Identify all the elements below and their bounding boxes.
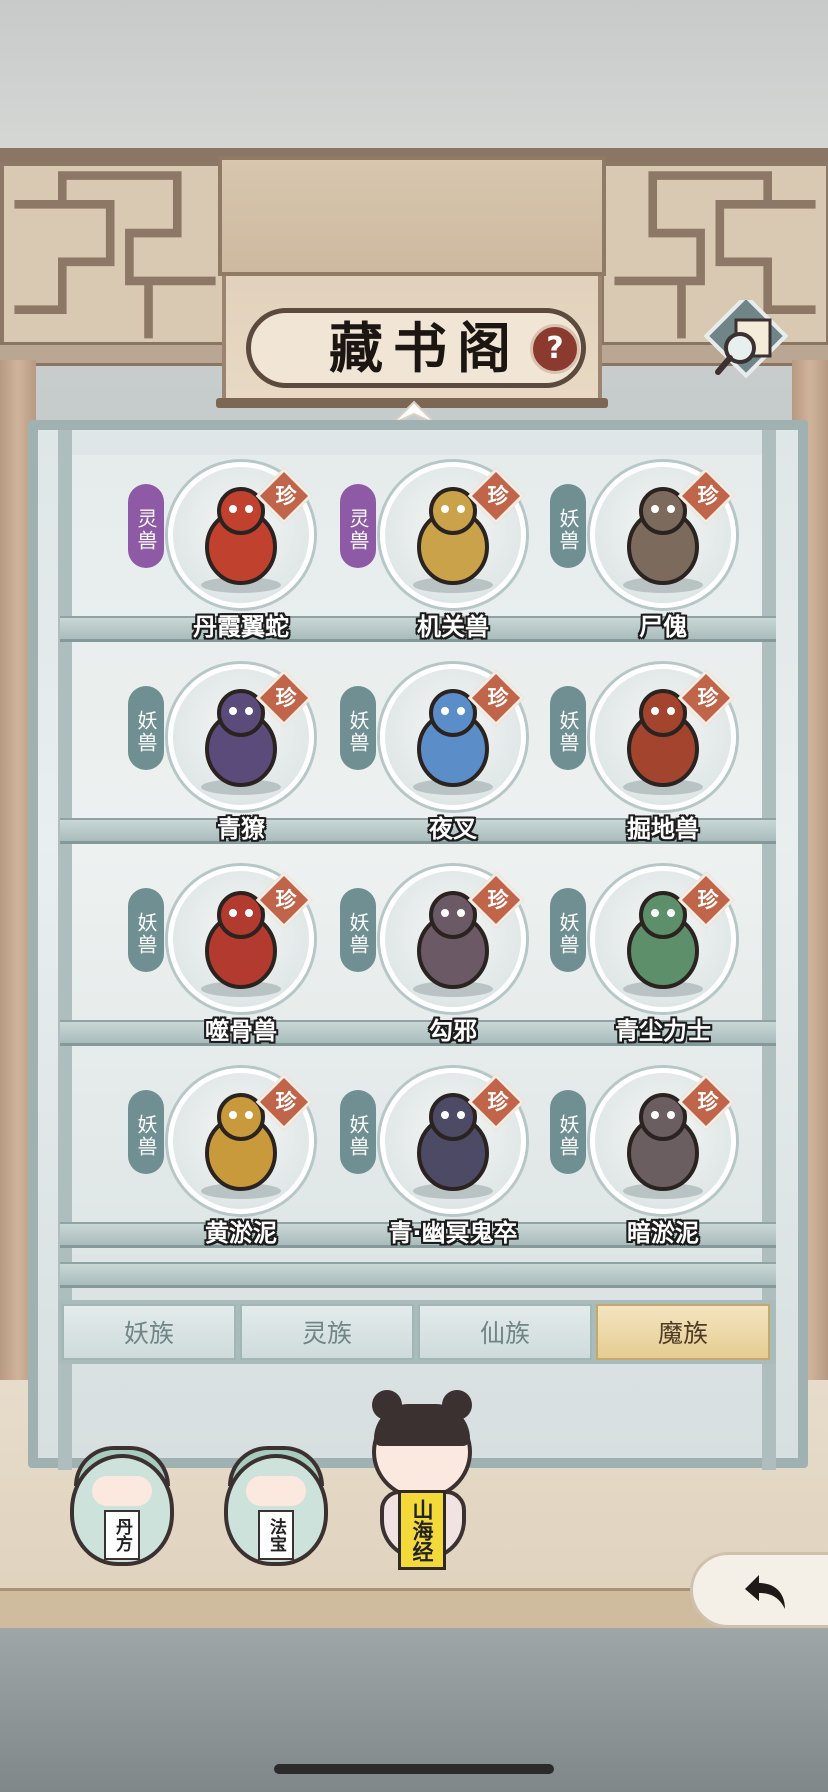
creature-card[interactable]: 妖兽 珍黄淤泥	[128, 1060, 328, 1260]
category-tag: 妖兽	[340, 888, 376, 972]
creature-card[interactable]: 妖兽 珍青獠	[128, 656, 328, 856]
danfang-label: 丹方	[104, 1510, 140, 1560]
help-button[interactable]: ?	[530, 324, 580, 374]
home-indicator	[274, 1764, 554, 1774]
category-tag: 妖兽	[128, 686, 164, 770]
rarity-label: 珍	[275, 686, 297, 710]
fabao-label: 法宝	[258, 1510, 294, 1560]
creature-card[interactable]: 妖兽 珍噬骨兽	[128, 858, 328, 1058]
doll-face	[246, 1476, 306, 1506]
map-magnifier-icon[interactable]	[700, 300, 790, 390]
tab-lingzu[interactable]: 灵族	[240, 1304, 414, 1360]
creature-name: 丹霞翼蛇	[193, 613, 289, 641]
category-tag: 妖兽	[340, 686, 376, 770]
girl-hair	[374, 1404, 470, 1446]
creature-card[interactable]: 妖兽 珍青尘力士	[550, 858, 750, 1058]
creature-name: 机关兽	[417, 613, 489, 641]
creature-card[interactable]: 妖兽 珍青·幽冥鬼卒	[340, 1060, 540, 1260]
category-tag: 妖兽	[128, 1090, 164, 1174]
back-arrow-icon	[745, 1575, 785, 1609]
creature-name: 掘地兽	[627, 815, 699, 843]
creature-name: 勾邪	[429, 1017, 477, 1045]
doll-face	[92, 1476, 152, 1506]
back-button[interactable]	[690, 1552, 828, 1628]
creature-name: 青尘力士	[615, 1017, 711, 1045]
lattice-window-left	[0, 162, 230, 352]
rarity-label: 珍	[487, 686, 509, 710]
creature-card[interactable]: 妖兽 珍掘地兽	[550, 656, 750, 856]
creature-card[interactable]: 灵兽 珍丹霞翼蛇	[128, 454, 328, 654]
creature-name: 夜叉	[429, 815, 477, 843]
tab-yaozu[interactable]: 妖族	[62, 1304, 236, 1360]
rarity-label: 珍	[487, 484, 509, 508]
creature-name: 尸傀	[639, 613, 687, 641]
creature-name: 青·幽冥鬼卒	[388, 1219, 518, 1247]
rarity-label: 珍	[697, 686, 719, 710]
category-tag: 灵兽	[340, 484, 376, 568]
rarity-label: 珍	[487, 1090, 509, 1114]
category-tag: 妖兽	[550, 888, 586, 972]
creature-card[interactable]: 灵兽 珍机关兽	[340, 454, 540, 654]
creature-name: 暗淤泥	[627, 1219, 699, 1247]
page-title: 藏书阁	[329, 316, 521, 380]
creature-card[interactable]: 妖兽 珍夜叉	[340, 656, 540, 856]
creature-name: 黄淤泥	[205, 1219, 277, 1247]
category-tag: 妖兽	[128, 888, 164, 972]
rarity-label: 珍	[275, 484, 297, 508]
fabao-button[interactable]: 法宝	[224, 1436, 328, 1566]
title-scroll-top	[218, 156, 606, 276]
tab-xianzu[interactable]: 仙族	[418, 1304, 592, 1360]
creature-card[interactable]: 妖兽 珍勾邪	[340, 858, 540, 1058]
category-tag: 妖兽	[550, 1090, 586, 1174]
shelf-board-base	[60, 1262, 776, 1288]
shanhaijing-button[interactable]: 山海经	[366, 1390, 478, 1570]
category-tag: 妖兽	[550, 686, 586, 770]
creature-card[interactable]: 妖兽 珍尸傀	[550, 454, 750, 654]
tab-mozu[interactable]: 魔族	[596, 1304, 770, 1360]
rarity-label: 珍	[487, 888, 509, 912]
rarity-label: 珍	[697, 888, 719, 912]
danfang-button[interactable]: 丹方	[70, 1436, 174, 1566]
rarity-label: 珍	[697, 484, 719, 508]
category-tag: 灵兽	[128, 484, 164, 568]
creature-name: 青獠	[217, 815, 265, 843]
rarity-label: 珍	[275, 888, 297, 912]
shanhaijing-label: 山海经	[398, 1490, 446, 1570]
category-tag: 妖兽	[550, 484, 586, 568]
creature-name: 噬骨兽	[205, 1017, 277, 1045]
rarity-label: 珍	[275, 1090, 297, 1114]
creature-card[interactable]: 妖兽 珍暗淤泥	[550, 1060, 750, 1260]
sky-background	[0, 0, 828, 150]
category-tag: 妖兽	[340, 1090, 376, 1174]
rarity-label: 珍	[697, 1090, 719, 1114]
